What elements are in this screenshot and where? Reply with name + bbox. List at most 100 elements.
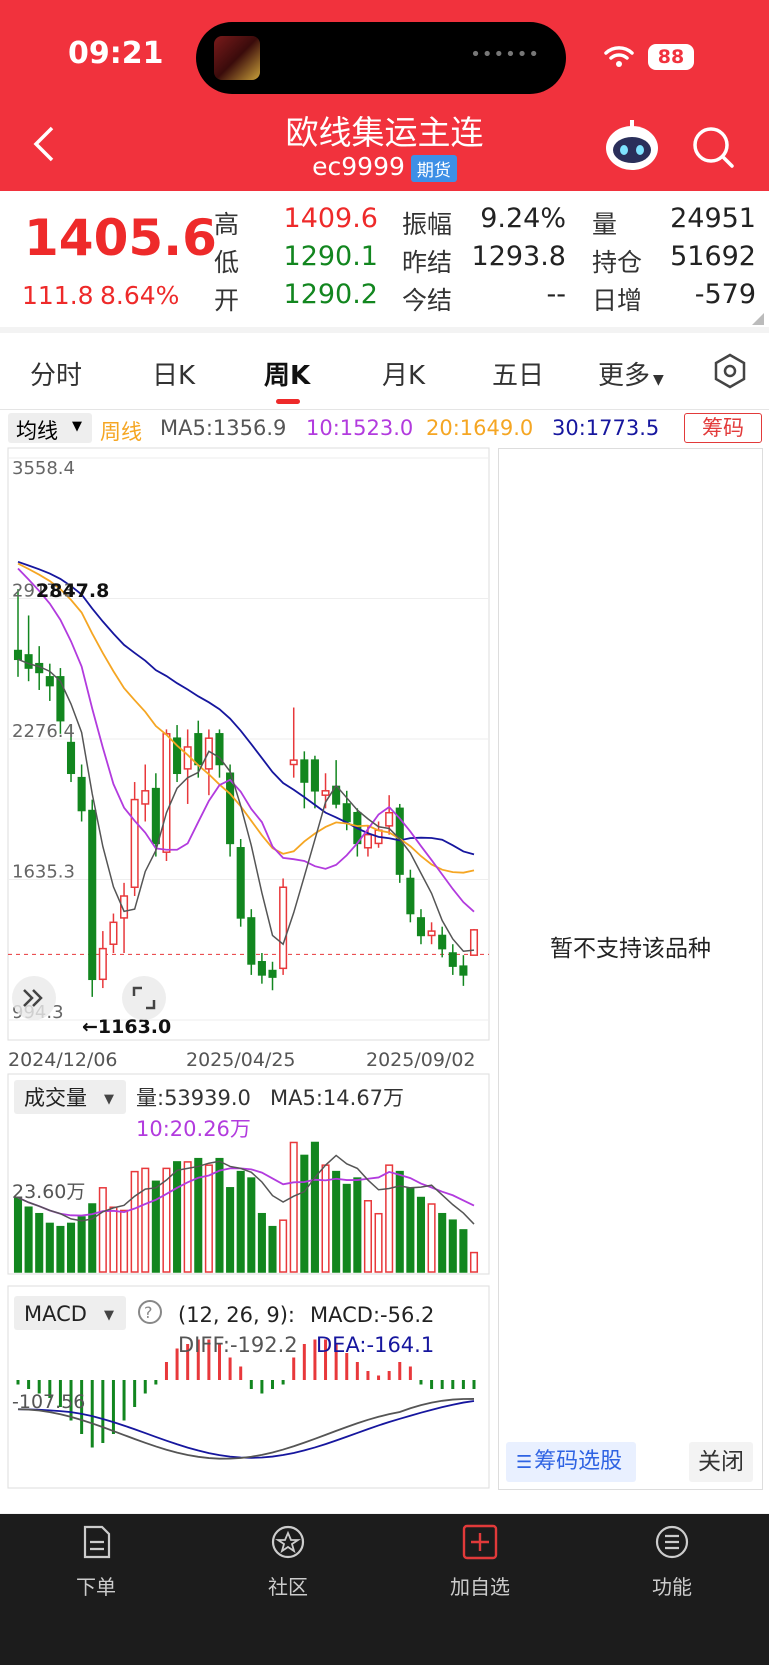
volume-bar [332, 1170, 341, 1273]
volume-bar [363, 1200, 372, 1273]
volume-bars [13, 1141, 479, 1273]
candle-body [300, 759, 309, 783]
volume-bar [342, 1183, 351, 1273]
daily-change-value: -579 [694, 279, 756, 310]
nav-functions[interactable]: 功能 [602, 1524, 742, 1600]
expand-corner-icon[interactable] [752, 313, 764, 325]
fullscreen-button[interactable] [122, 976, 166, 1020]
volume-bar [310, 1141, 319, 1273]
volume-bar [56, 1225, 65, 1273]
last-price: 1405.6 [24, 209, 217, 267]
candle-body [310, 759, 319, 792]
search-icon[interactable] [690, 124, 736, 170]
status-time: 09:21 [68, 36, 164, 71]
macd-diff-text: DIFF:-192.2 [178, 1333, 298, 1357]
tab-intraday[interactable]: 分时 [30, 355, 82, 392]
candle-body [98, 947, 107, 981]
volume-select-label: 成交量 [24, 1086, 87, 1110]
kline-candles [13, 589, 479, 997]
battery-indicator: 88 [648, 44, 694, 70]
list-lines-icon: ☰ [516, 1452, 533, 1473]
help-icon[interactable]: ? [138, 1300, 162, 1324]
volume-bar [226, 1187, 235, 1273]
ma5-value: MA5:1356.9 [160, 416, 287, 440]
candle-body [77, 776, 86, 812]
candle-body [141, 790, 150, 805]
volume-bar [141, 1167, 150, 1273]
volume-bar [98, 1187, 107, 1273]
chips-button[interactable]: 筹码 [684, 413, 762, 443]
nav-order[interactable]: 下单 [26, 1524, 166, 1600]
macd-value-text: MACD:-56.2 [310, 1303, 434, 1327]
ai-robot-icon[interactable] [600, 118, 664, 172]
bottom-nav: 下单 社区 加自选 功能 [0, 1514, 769, 1665]
caret-down-icon: ▼ [104, 1092, 114, 1107]
period-tabs: 分时 日K 周K 月K 五日 更多 ▼ [0, 333, 769, 410]
volume-bar [247, 1177, 256, 1273]
volume-value: 24951 [670, 203, 756, 234]
candle-body [363, 833, 372, 849]
ma20-value: 20:1649.0 [426, 416, 534, 440]
volume-bar [24, 1206, 33, 1273]
date-label-start: 2024/12/06 [8, 1049, 118, 1071]
add-watchlist-icon [462, 1524, 498, 1560]
tab-daily-k[interactable]: 日K [152, 355, 195, 392]
ma-period-label: 周线 [100, 420, 142, 444]
chips-panel: 暂不支持该品种 ☰筹码选股 关闭 [498, 448, 763, 1490]
tab-weekly-k[interactable]: 周K [264, 355, 310, 392]
candle-body [130, 798, 139, 888]
tab-monthly-k[interactable]: 月K [382, 355, 425, 392]
nav-add-watchlist[interactable]: 加自选 [410, 1524, 550, 1600]
close-button[interactable]: 关闭 [689, 1442, 753, 1482]
expand-chart-button[interactable] [12, 976, 56, 1020]
volume-bar [162, 1167, 171, 1273]
macd-select[interactable]: MACD ▼ [14, 1296, 126, 1330]
settings-hexagon-icon[interactable] [712, 353, 748, 389]
candle-body [385, 811, 394, 827]
candle-body [162, 733, 171, 853]
volume-select[interactable]: 成交量 ▼ [14, 1080, 126, 1114]
candle-body [226, 772, 235, 845]
macd-dea-text: DEA:-164.1 [316, 1333, 434, 1357]
tab-more[interactable]: 更多 ▼ [598, 355, 664, 392]
indicator-select[interactable]: 均线 ▼ [8, 413, 92, 443]
chip-stock-select-button[interactable]: ☰筹码选股 [506, 1442, 636, 1482]
ma10-value: 10:1523.0 [306, 416, 414, 440]
nav-community[interactable]: 社区 [218, 1524, 358, 1600]
volume-bar [109, 1206, 118, 1273]
volume-bar [13, 1196, 23, 1273]
candle-body [416, 917, 426, 937]
y-tick-label: 2276.4 [12, 721, 75, 742]
nav-add-watchlist-label: 加自选 [450, 1575, 510, 1599]
ma5-line [17, 658, 475, 953]
price-change: 111.8 [22, 281, 94, 310]
now-playing-thumbnail [214, 36, 260, 80]
volume-bar [173, 1161, 182, 1273]
unsupported-message: 暂不支持该品种 [550, 936, 711, 962]
nav-order-label: 下单 [76, 1575, 116, 1599]
menu-lines-icon [655, 1525, 689, 1559]
volume-bar [236, 1170, 245, 1273]
volume-value-text: 量:53939.0 [136, 1086, 251, 1110]
volume-bar [459, 1229, 468, 1273]
volume-bar [300, 1154, 309, 1273]
candle-body [459, 965, 468, 976]
candle-body [194, 733, 203, 766]
diff-line [17, 1398, 475, 1460]
dots-icon: •••••• [470, 44, 540, 65]
volume-bar [45, 1222, 54, 1273]
daily-change-label: 日增 [592, 286, 643, 315]
candle-body [88, 809, 97, 981]
volume-y-label: 23.60万 [12, 1181, 85, 1203]
tab-five-day[interactable]: 五日 [492, 355, 544, 392]
candle-body [268, 969, 277, 978]
candle-body [247, 917, 256, 965]
volume-bar [279, 1219, 288, 1273]
volume-bar [130, 1170, 139, 1273]
volume-bar [120, 1209, 129, 1273]
kline-y-labels: 3558.42917.32276.41635.3994.3 [12, 458, 75, 1023]
caret-down-icon: ▼ [72, 419, 82, 434]
ma-legend-bar: 均线 ▼ 周线 MA5:1356.9 10:1523.0 20:1649.0 3… [0, 410, 769, 446]
chart-svg[interactable]: 3558.42917.32276.41635.3994.3 2847.8 ←11… [0, 446, 498, 1496]
high-label: 高 [214, 210, 240, 239]
